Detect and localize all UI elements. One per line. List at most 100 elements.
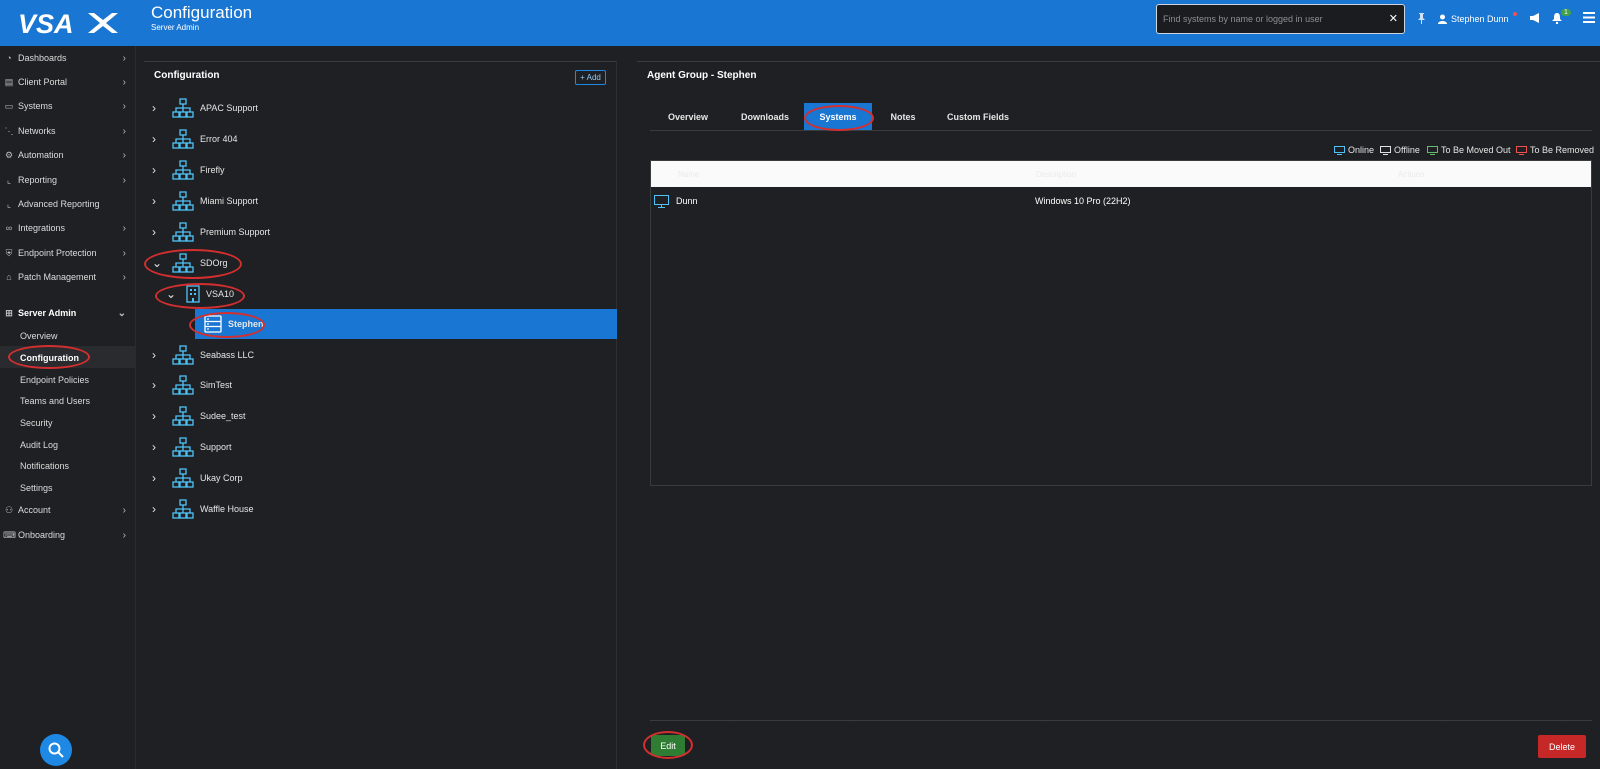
- tree-node-label: Stephen: [228, 319, 264, 329]
- sidebar-subitem-security[interactable]: Security: [20, 418, 53, 428]
- user-icon: [1438, 14, 1447, 24]
- sidebar-item-automation[interactable]: ⚙ Automation ›: [0, 144, 136, 166]
- tree-node-vsa10[interactable]: ⌄ VSA10: [166, 279, 234, 309]
- tab-systems[interactable]: Systems: [804, 103, 872, 130]
- chevron-right-icon[interactable]: ›: [152, 440, 166, 454]
- sidebar-item-server-admin[interactable]: ⊞ Server Admin ⌄: [0, 302, 136, 324]
- chevron-right-icon: ›: [122, 504, 126, 516]
- chevron-right-icon: ›: [122, 76, 126, 88]
- clear-search-icon[interactable]: ✕: [1389, 12, 1398, 25]
- tree-node-sdorg[interactable]: ⌄ SDOrg: [152, 248, 228, 278]
- sidebar-subitem-endpoint-policies[interactable]: Endpoint Policies: [20, 375, 89, 385]
- tree-node-label: SimTest: [200, 380, 233, 390]
- chevron-right-icon[interactable]: ›: [152, 225, 166, 239]
- sidebar-item-account[interactable]: ⚇ Account ›: [0, 499, 136, 521]
- tab-custom-fields[interactable]: Custom Fields: [938, 103, 1018, 130]
- tree-node-apac-support[interactable]: › APAC Support: [152, 93, 258, 123]
- org-icon: [172, 222, 194, 242]
- tree-node-error-404[interactable]: › Error 404: [152, 124, 238, 154]
- tab-notes[interactable]: Notes: [878, 103, 928, 130]
- sidebar-item-client-portal[interactable]: ▤ Client Portal ›: [0, 71, 136, 93]
- delete-button[interactable]: Delete: [1538, 735, 1586, 758]
- megaphone-icon[interactable]: [1530, 13, 1541, 26]
- edit-button[interactable]: Edit: [651, 735, 685, 756]
- server-group-icon: [204, 315, 222, 333]
- column-header-name[interactable]: Name: [678, 170, 699, 179]
- sidebar-item-patch-management[interactable]: ⌂ Patch Management ›: [0, 266, 136, 288]
- tree-node-label: Waffle House: [200, 504, 254, 514]
- chevron-right-icon[interactable]: ›: [152, 194, 166, 208]
- sidebar-subitem-notifications[interactable]: Notifications: [20, 461, 69, 471]
- tab-overview[interactable]: Overview: [656, 103, 720, 130]
- sidebar-item-dashboards[interactable]: ◔ Dashboards ›: [0, 47, 136, 69]
- chevron-right-icon[interactable]: ›: [152, 471, 166, 485]
- chevron-right-icon[interactable]: ›: [152, 132, 166, 146]
- tree-node-premium-support[interactable]: › Premium Support: [152, 217, 270, 247]
- user-icon: ⚇: [4, 504, 14, 515]
- systems-table: Name Description Actions Dunn Windows 10…: [650, 160, 1592, 486]
- tree-node-label: VSA10: [206, 289, 235, 299]
- tree-node-label: Ukay Corp: [200, 473, 243, 483]
- tree-node-miami-support[interactable]: › Miami Support: [152, 186, 258, 216]
- bell-icon[interactable]: [1552, 13, 1562, 27]
- tree-node-simtest[interactable]: › SimTest: [152, 370, 232, 400]
- chevron-right-icon: ›: [122, 271, 126, 283]
- tab-downloads[interactable]: Downloads: [730, 103, 800, 130]
- tree-node-support[interactable]: › Support: [152, 432, 232, 462]
- vsax-logo[interactable]: VSA: [18, 7, 118, 39]
- sidebar-item-advanced-reporting[interactable]: ⌞ Advanced Reporting: [0, 193, 136, 215]
- chevron-right-icon: ›: [122, 247, 126, 259]
- tree-panel-title: Configuration: [154, 70, 220, 81]
- system-name[interactable]: Dunn: [676, 196, 698, 206]
- chevron-down-icon[interactable]: ⌄: [152, 256, 166, 270]
- chevron-right-icon[interactable]: ›: [152, 101, 166, 115]
- sidebar-item-reporting[interactable]: ⌞ Reporting ›: [0, 169, 136, 191]
- legend-to-be-removed: To Be Removed: [1516, 145, 1594, 155]
- add-button[interactable]: + Add: [575, 70, 606, 85]
- agent-group-title: Agent Group - Stephen: [647, 70, 757, 81]
- hamburger-menu-icon[interactable]: [1583, 12, 1595, 26]
- org-icon: [172, 468, 194, 488]
- chevron-right-icon: ›: [122, 125, 126, 137]
- gears-icon: ⚙: [4, 149, 14, 160]
- chevron-down-icon: ⌄: [117, 307, 126, 319]
- sidebar-item-networks[interactable]: ⋱ Networks ›: [0, 120, 136, 142]
- chevron-right-icon[interactable]: ›: [152, 409, 166, 423]
- search-assistant-button[interactable]: [40, 734, 72, 766]
- sidebar-item-systems[interactable]: ▭ Systems ›: [0, 95, 136, 117]
- chevron-right-icon[interactable]: ›: [152, 348, 166, 362]
- search-input[interactable]: [1157, 5, 1377, 33]
- chevron-right-icon[interactable]: ›: [152, 163, 166, 177]
- tree-node-waffle-house[interactable]: › Waffle House: [152, 494, 254, 524]
- tree-node-stephen[interactable]: Stephen: [184, 309, 264, 339]
- sidebar-item-integrations[interactable]: ∞ Integrations ›: [0, 217, 136, 239]
- tree-node-ukay-corp[interactable]: › Ukay Corp: [152, 463, 243, 493]
- legend-online: Online: [1334, 145, 1374, 155]
- tree-node-label: Premium Support: [200, 227, 271, 237]
- search-box: ✕: [1156, 4, 1405, 34]
- sidebar-subitem-configuration[interactable]: Configuration: [20, 353, 79, 363]
- pin-icon[interactable]: [1417, 13, 1426, 27]
- tree-node-seabass-llc[interactable]: › Seabass LLC: [152, 340, 254, 370]
- tree-node-firefly[interactable]: › Firefly: [152, 155, 225, 185]
- sidebar-subitem-teams-and-users[interactable]: Teams and Users: [20, 396, 90, 406]
- chevron-right-icon[interactable]: ›: [152, 378, 166, 392]
- user-menu[interactable]: Stephen Dunn: [1438, 14, 1509, 24]
- sidebar-subitem-audit-log[interactable]: Audit Log: [20, 440, 58, 450]
- chevron-down-icon[interactable]: ⌄: [166, 287, 180, 301]
- sidebar-subitem-settings[interactable]: Settings: [20, 483, 53, 493]
- chevron-right-icon[interactable]: ›: [152, 502, 166, 516]
- status-dot: [1513, 12, 1517, 16]
- tree-node-sudee-test[interactable]: › Sudee_test: [152, 401, 246, 431]
- page-title: Configuration: [151, 3, 253, 22]
- column-header-description[interactable]: Description: [1036, 170, 1076, 179]
- infinity-icon: ∞: [5, 223, 13, 233]
- sidebar-item-endpoint-protection[interactable]: ⛨ Endpoint Protection ›: [0, 242, 136, 264]
- org-icon: [172, 345, 194, 365]
- sidebar-subitem-overview[interactable]: Overview: [20, 331, 58, 341]
- table-row[interactable]: Dunn Windows 10 Pro (22H2): [651, 191, 1591, 213]
- org-icon: [172, 191, 194, 211]
- sidebar-item-onboarding[interactable]: ⌨ Onboarding ›: [0, 524, 136, 546]
- chevron-right-icon: ›: [122, 529, 126, 541]
- shield-icon: ⛨: [5, 247, 13, 258]
